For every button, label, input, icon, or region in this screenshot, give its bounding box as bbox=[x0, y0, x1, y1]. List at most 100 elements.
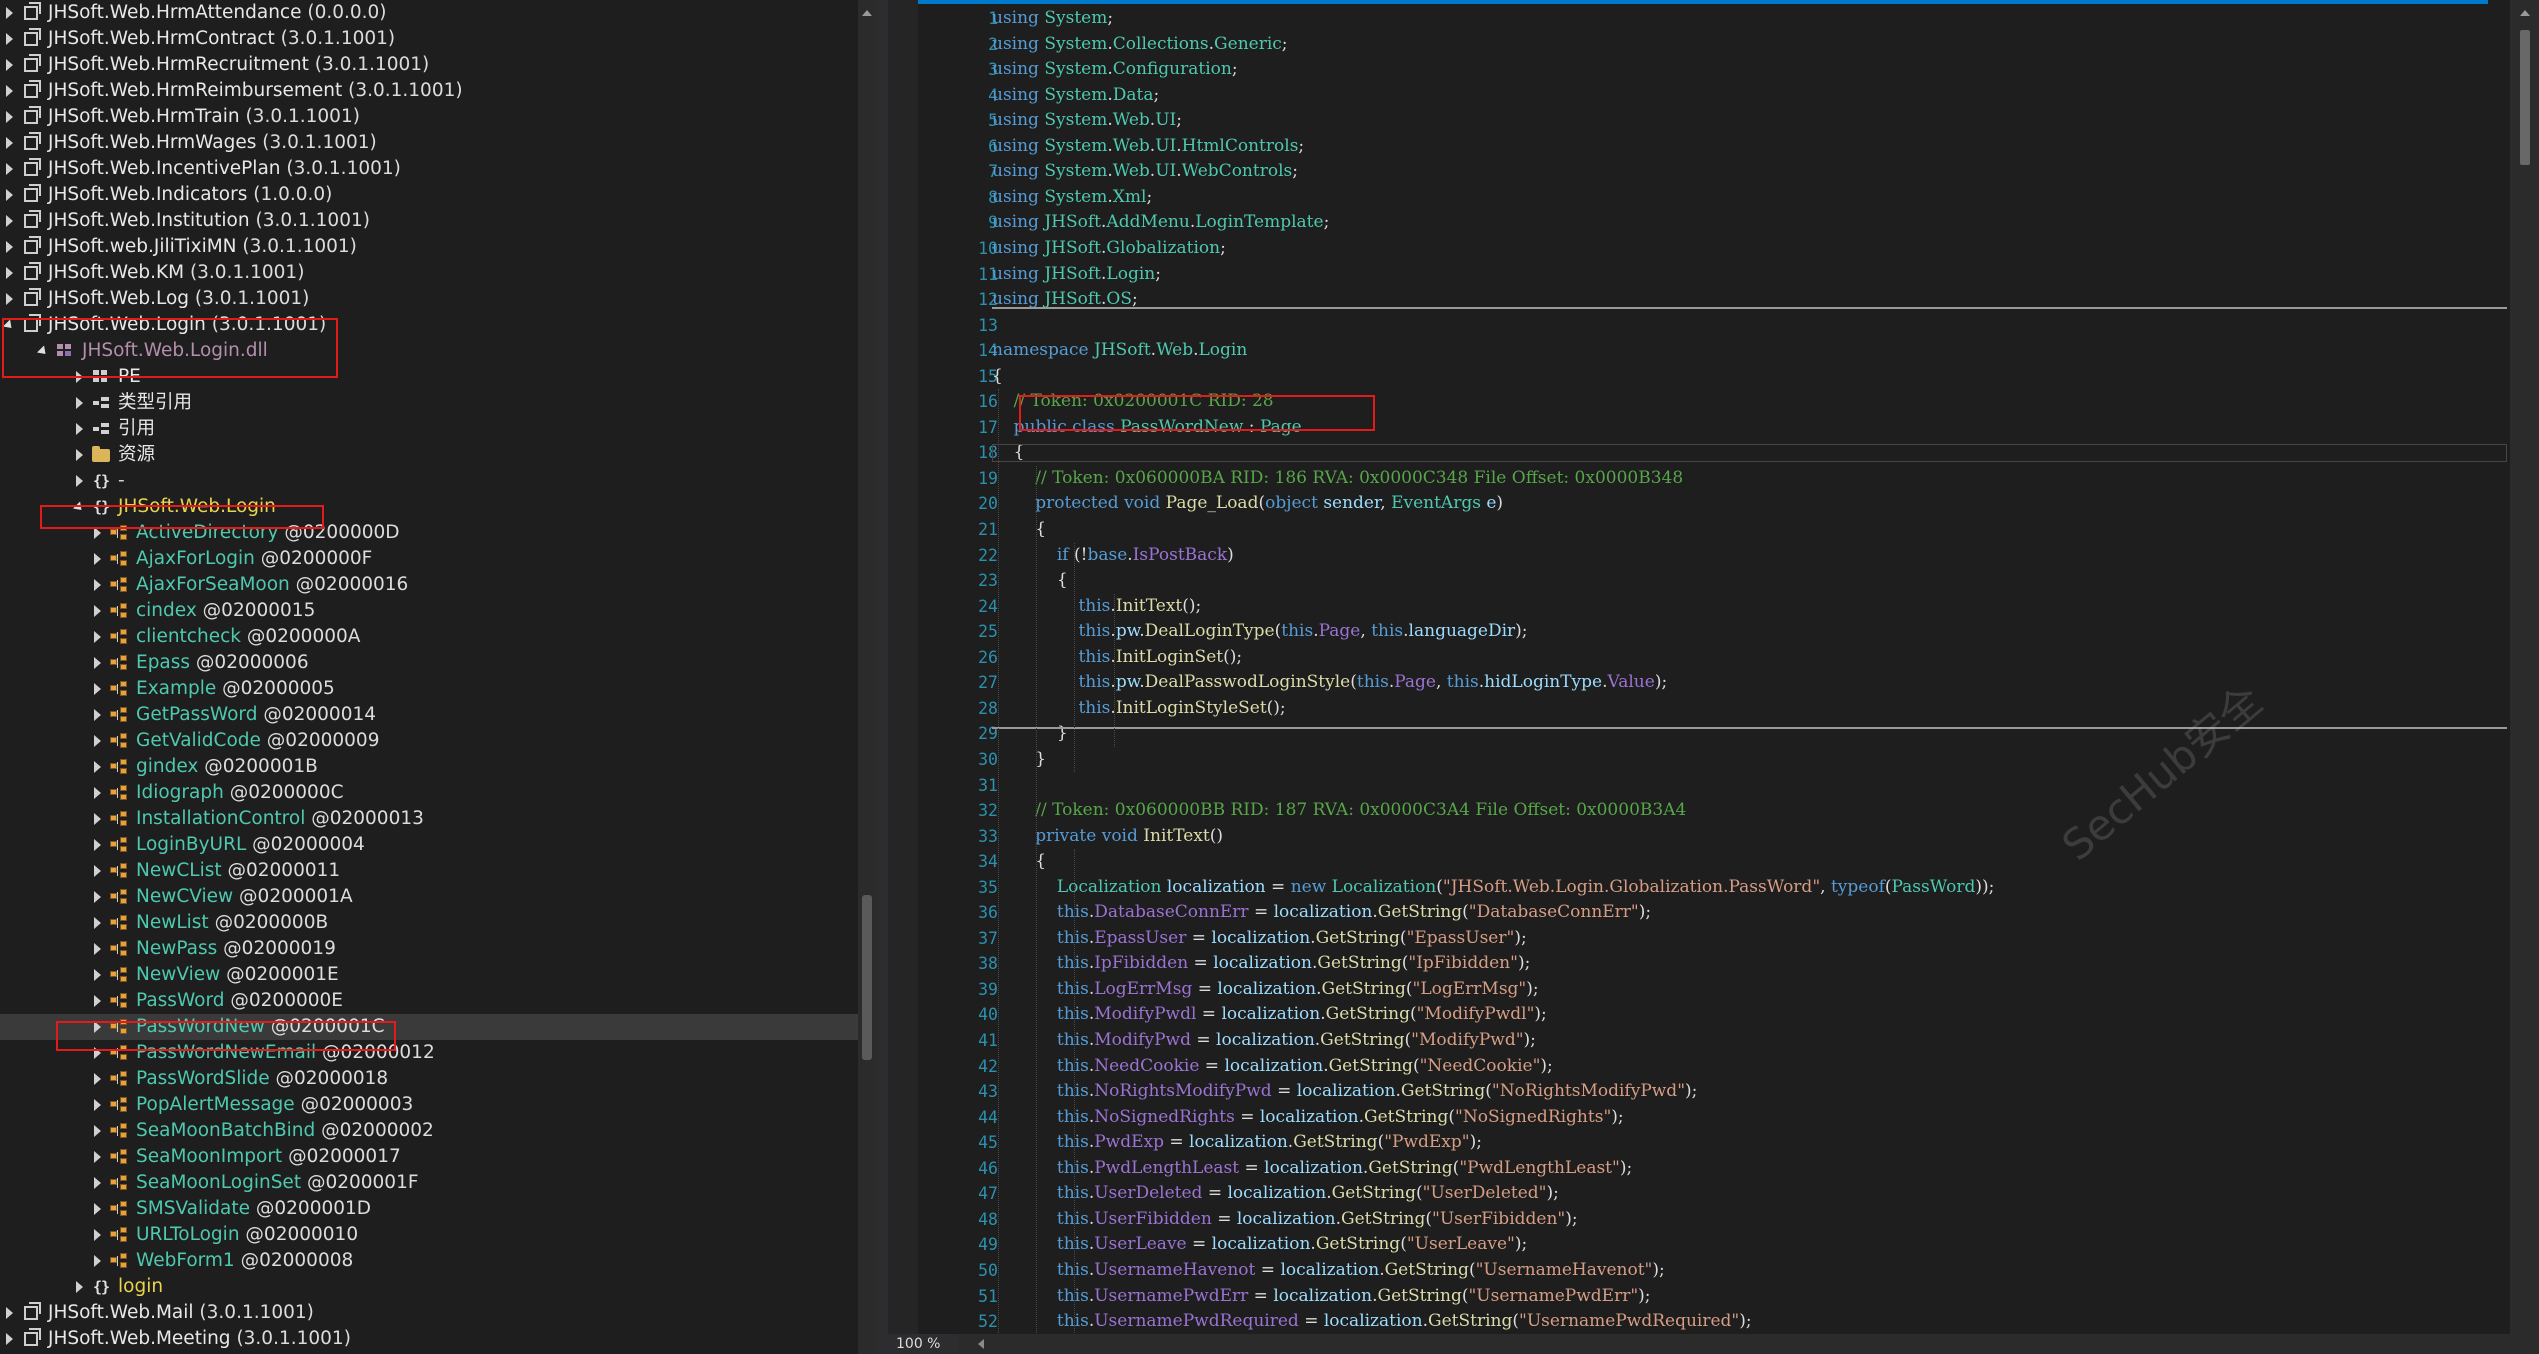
code-line[interactable]: this.PwdLengthLeast = localization.GetSt… bbox=[992, 1156, 1632, 1181]
tree-item[interactable]: LoginByURL @02000004 bbox=[0, 832, 858, 858]
tree-item[interactable]: PopAlertMessage @02000003 bbox=[0, 1092, 858, 1118]
expand-arrow-icon[interactable] bbox=[90, 1014, 104, 1040]
expand-arrow-icon[interactable] bbox=[90, 1170, 104, 1196]
tree-item[interactable]: JHSoft.Web.Indicators (1.0.0.0) bbox=[0, 182, 858, 208]
zoom-level-select[interactable]: 100 % bbox=[888, 1334, 976, 1354]
expand-arrow-icon[interactable] bbox=[90, 572, 104, 598]
panel-splitter[interactable] bbox=[876, 0, 888, 1354]
tree-item[interactable]: SeaMoonImport @02000017 bbox=[0, 1144, 858, 1170]
tree-item[interactable]: PassWord @0200000E bbox=[0, 988, 858, 1014]
tree-item[interactable]: NewPass @02000019 bbox=[0, 936, 858, 962]
tree-item[interactable]: JHSoft.Web.Institution (3.0.1.1001) bbox=[0, 208, 858, 234]
expand-arrow-icon[interactable] bbox=[72, 390, 86, 416]
expand-arrow-icon[interactable] bbox=[90, 832, 104, 858]
expand-arrow-icon[interactable] bbox=[72, 364, 86, 390]
expand-arrow-icon[interactable] bbox=[90, 936, 104, 962]
code-line[interactable]: { bbox=[992, 517, 1046, 542]
expand-arrow-icon[interactable] bbox=[72, 1274, 86, 1300]
scrollbar-thumb[interactable] bbox=[2520, 30, 2530, 165]
tree-item[interactable]: InstallationControl @02000013 bbox=[0, 806, 858, 832]
scroll-left-arrow-icon[interactable] bbox=[978, 1339, 984, 1349]
code-line[interactable]: this.ModifyPwdl = localization.GetString… bbox=[992, 1002, 1547, 1027]
tree-item[interactable]: JHSoft.Web.Login (3.0.1.1001) bbox=[0, 312, 858, 338]
expand-arrow-icon[interactable] bbox=[2, 1300, 16, 1326]
expand-arrow-icon[interactable] bbox=[2, 156, 16, 182]
expand-arrow-icon[interactable] bbox=[90, 702, 104, 728]
scroll-up-arrow-icon[interactable] bbox=[2520, 10, 2530, 16]
expand-arrow-icon[interactable] bbox=[72, 442, 86, 468]
tree-item[interactable]: AjaxForSeaMoon @02000016 bbox=[0, 572, 858, 598]
tree-item[interactable]: PassWordNewEmail @02000012 bbox=[0, 1040, 858, 1066]
expand-arrow-icon[interactable] bbox=[2, 286, 16, 312]
tree-item[interactable]: SeaMoonBatchBind @02000002 bbox=[0, 1118, 858, 1144]
tree-item[interactable]: Idiograph @0200000C bbox=[0, 780, 858, 806]
expand-arrow-icon[interactable] bbox=[90, 858, 104, 884]
code-line[interactable]: { bbox=[992, 849, 1046, 874]
code-line[interactable]: using System.Data; bbox=[992, 83, 1159, 108]
code-line[interactable]: } bbox=[992, 747, 1046, 772]
expand-arrow-icon[interactable] bbox=[90, 624, 104, 650]
code-line[interactable]: // Token: 0x060000BA RID: 186 RVA: 0x000… bbox=[992, 466, 1683, 491]
expand-arrow-icon[interactable] bbox=[90, 520, 104, 546]
expand-arrow-icon[interactable] bbox=[2, 260, 16, 286]
tree-item[interactable]: NewList @0200000B bbox=[0, 910, 858, 936]
tree-item[interactable]: JHSoft.Web.HrmContract (3.0.1.1001) bbox=[0, 26, 858, 52]
tree-item[interactable]: JHSoft.Web.HrmRecruitment (3.0.1.1001) bbox=[0, 52, 858, 78]
collapse-arrow-icon[interactable] bbox=[72, 494, 86, 520]
code-line[interactable]: this.pw.DealLoginType(this.Page, this.la… bbox=[992, 619, 1527, 644]
code-line[interactable]: using System.Web.UI.WebControls; bbox=[992, 159, 1298, 184]
expand-arrow-icon[interactable] bbox=[2, 1326, 16, 1352]
expand-arrow-icon[interactable] bbox=[2, 0, 16, 26]
tree-item[interactable]: JHSoft.Web.Login.dll bbox=[0, 338, 858, 364]
code-line[interactable]: using JHSoft.Globalization; bbox=[992, 236, 1226, 261]
code-line[interactable]: using JHSoft.AddMenu.LoginTemplate; bbox=[992, 210, 1329, 235]
code-line[interactable]: // Token: 0x060000BB RID: 187 RVA: 0x000… bbox=[992, 798, 1686, 823]
tree-item[interactable]: JHSoft.Web.HrmAttendance (0.0.0.0) bbox=[0, 0, 858, 26]
code-line[interactable]: this.NoRightsModifyPwd = localization.Ge… bbox=[992, 1079, 1698, 1104]
code-line[interactable]: using System.Collections.Generic; bbox=[992, 32, 1288, 57]
expand-arrow-icon[interactable] bbox=[90, 910, 104, 936]
tree-item[interactable]: GetPassWord @02000014 bbox=[0, 702, 858, 728]
expand-arrow-icon[interactable] bbox=[90, 1066, 104, 1092]
tree-vertical-scrollbar[interactable] bbox=[858, 0, 876, 1354]
scroll-up-arrow-icon[interactable] bbox=[862, 10, 872, 16]
tree-item[interactable]: {} login bbox=[0, 1274, 858, 1300]
code-line[interactable]: this.IpFibidden = localization.GetString… bbox=[992, 951, 1530, 976]
expand-arrow-icon[interactable] bbox=[72, 416, 86, 442]
tree-item[interactable]: NewCList @02000011 bbox=[0, 858, 858, 884]
expand-arrow-icon[interactable] bbox=[90, 728, 104, 754]
code-line[interactable]: this.pw.DealPasswodLoginStyle(this.Page,… bbox=[992, 670, 1667, 695]
expand-arrow-icon[interactable] bbox=[2, 130, 16, 156]
code-line[interactable]: protected void Page_Load(object sender, … bbox=[992, 491, 1503, 516]
expand-arrow-icon[interactable] bbox=[90, 962, 104, 988]
code-editor[interactable]: 1 using System; 2 using System.Collections.… bbox=[888, 0, 2539, 1354]
code-line[interactable]: private void InitText() bbox=[992, 824, 1223, 849]
tree-item[interactable]: JHSoft.Web.HrmWages (3.0.1.1001) bbox=[0, 130, 858, 156]
tree-item[interactable]: 类型引用 bbox=[0, 390, 858, 416]
code-line[interactable]: Localization localization = new Localiza… bbox=[992, 875, 1994, 900]
expand-arrow-icon[interactable] bbox=[90, 988, 104, 1014]
expand-arrow-icon[interactable] bbox=[90, 676, 104, 702]
tree-item[interactable]: PassWordSlide @02000018 bbox=[0, 1066, 858, 1092]
expand-arrow-icon[interactable] bbox=[90, 598, 104, 624]
tree-item[interactable]: {} JHSoft.Web.Login bbox=[0, 494, 858, 520]
tree-item[interactable]: SeaMoonLoginSet @0200001F bbox=[0, 1170, 858, 1196]
code-line[interactable]: this.InitText(); bbox=[992, 594, 1201, 619]
expand-arrow-icon[interactable] bbox=[90, 1248, 104, 1274]
tree-item[interactable]: WebForm1 @02000008 bbox=[0, 1248, 858, 1274]
code-line[interactable]: this.InitLoginSet(); bbox=[992, 645, 1242, 670]
expand-arrow-icon[interactable] bbox=[2, 182, 16, 208]
editor-horizontal-scrollbar[interactable] bbox=[958, 1334, 2510, 1354]
code-line[interactable]: this.UserFibidden = localization.GetStri… bbox=[992, 1207, 1578, 1232]
scrollbar-thumb[interactable] bbox=[862, 895, 872, 1060]
tree-item[interactable]: 资源 bbox=[0, 442, 858, 468]
tree-item[interactable]: NewCView @0200001A bbox=[0, 884, 858, 910]
tree-item[interactable]: JHSoft.Web.IncentivePlan (3.0.1.1001) bbox=[0, 156, 858, 182]
code-line[interactable]: namespace JHSoft.Web.Login bbox=[992, 338, 1247, 363]
expand-arrow-icon[interactable] bbox=[90, 1144, 104, 1170]
expand-arrow-icon[interactable] bbox=[90, 1222, 104, 1248]
code-line[interactable]: this.UsernameHavenot = localization.GetS… bbox=[992, 1258, 1665, 1283]
expand-arrow-icon[interactable] bbox=[90, 1092, 104, 1118]
code-line[interactable]: this.UsernamePwdRequired = localization.… bbox=[992, 1309, 1752, 1334]
code-line[interactable]: using JHSoft.Login; bbox=[992, 262, 1161, 287]
